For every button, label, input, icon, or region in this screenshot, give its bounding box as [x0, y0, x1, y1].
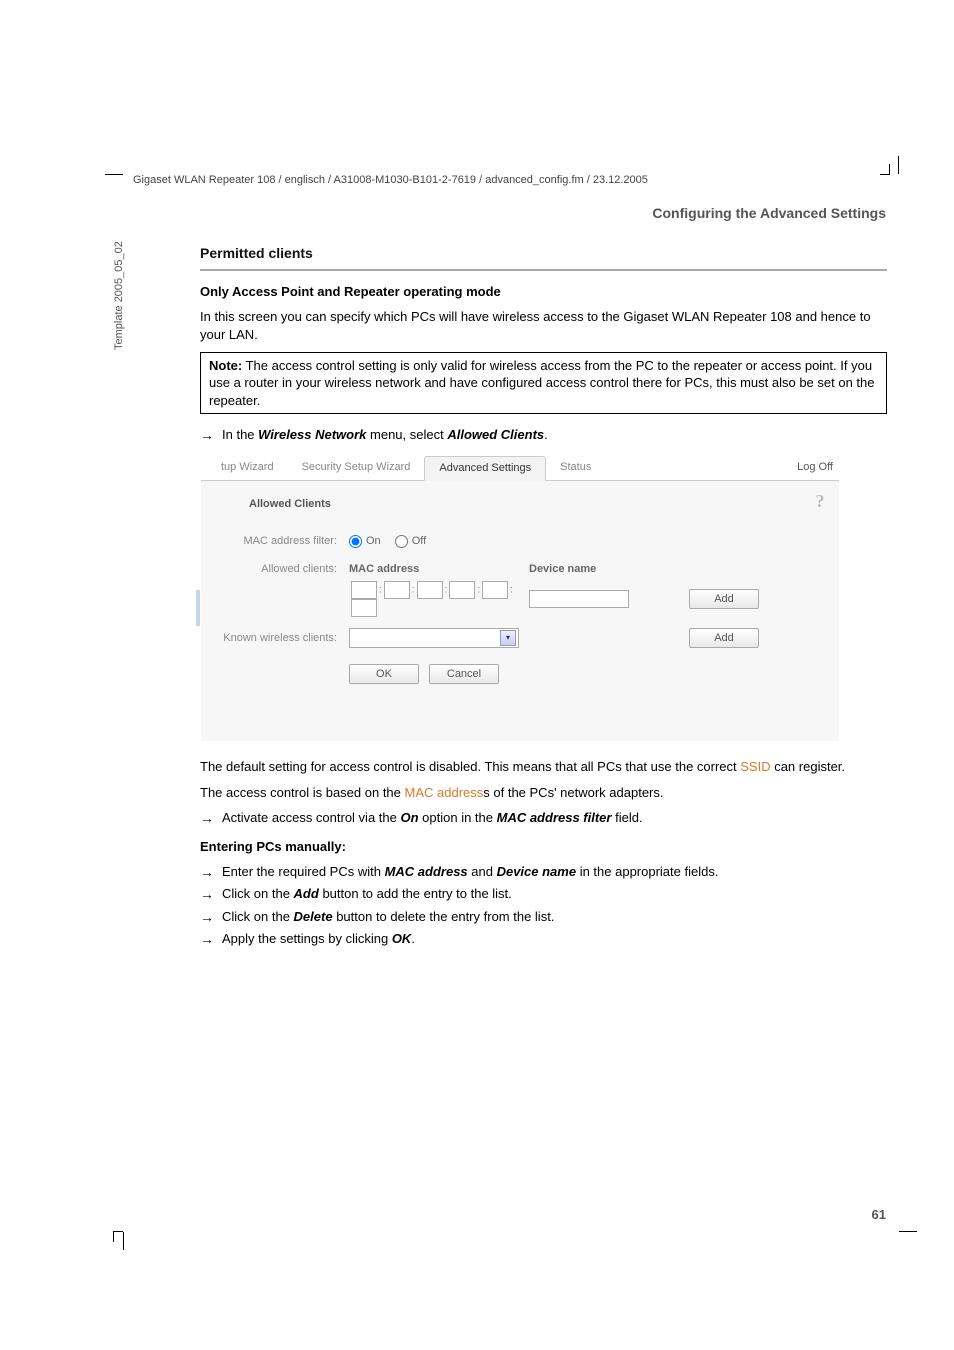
label-allowed-clients: Allowed clients:	[219, 562, 349, 577]
label-mac-filter: MAC address filter:	[219, 534, 349, 549]
mac-octet-6[interactable]	[351, 599, 377, 617]
heading-entering-manually: Entering PCs manually:	[200, 838, 887, 856]
radio-off[interactable]: Off	[395, 534, 426, 549]
radio-on[interactable]: On	[349, 534, 381, 549]
mac-octet-2[interactable]	[384, 581, 410, 599]
mac-octet-3[interactable]	[417, 581, 443, 599]
arrow-icon: →	[200, 863, 214, 881]
arrow-icon: →	[200, 885, 214, 903]
page-content: Permitted clients Only Access Point and …	[200, 244, 887, 952]
chevron-down-icon[interactable]: ▾	[500, 630, 516, 646]
mac-octet-1[interactable]	[351, 581, 377, 599]
col-header-mac: MAC address	[349, 562, 529, 577]
step-click-delete: → Click on the Delete button to delete t…	[200, 908, 887, 926]
tab-setup-wizard[interactable]: tup Wizard	[207, 456, 288, 479]
header-path: Gigaset WLAN Repeater 108 / englisch / A…	[133, 174, 648, 186]
tab-bar: tup Wizard Security Setup Wizard Advance…	[201, 455, 839, 481]
template-label: Template 2005_05_02	[113, 241, 125, 350]
crop-mark	[105, 174, 123, 175]
embedded-screenshot: tup Wizard Security Setup Wizard Advance…	[200, 454, 840, 742]
heading-permitted-clients: Permitted clients	[200, 244, 887, 263]
heading-rule	[200, 269, 887, 271]
crop-mark	[123, 1232, 124, 1250]
step-select-menu: → In the Wireless Network menu, select A…	[200, 426, 887, 444]
arrow-icon: →	[200, 809, 214, 827]
crop-mark	[898, 156, 899, 174]
based-on-paragraph: The access control is based on the MAC a…	[200, 784, 887, 802]
device-name-input[interactable]	[529, 590, 629, 608]
radio-on-input[interactable]	[349, 535, 362, 548]
crop-mark	[889, 164, 890, 174]
add-known-button[interactable]: Add	[689, 628, 759, 648]
note-title: Note:	[209, 358, 242, 373]
crop-mark	[899, 1231, 917, 1232]
step-enter-pcs: → Enter the required PCs with MAC addres…	[200, 863, 887, 881]
ok-button[interactable]: OK	[349, 664, 419, 684]
step-activate: → Activate access control via the On opt…	[200, 809, 887, 827]
crop-mark	[880, 174, 890, 175]
note-box: Note: The access control setting is only…	[200, 352, 887, 415]
tab-advanced-settings[interactable]: Advanced Settings	[424, 456, 546, 481]
label-known-clients: Known wireless clients:	[219, 631, 349, 646]
help-icon[interactable]: ?	[811, 489, 829, 507]
mac-octet-4[interactable]	[449, 581, 475, 599]
known-clients-select[interactable]: ▾	[349, 628, 519, 648]
note-body: The access control setting is only valid…	[209, 358, 875, 408]
panel-title: Allowed Clients	[249, 497, 821, 512]
arrow-icon: →	[200, 426, 214, 444]
add-button[interactable]: Add	[689, 589, 759, 609]
step-apply-ok: → Apply the settings by clicking OK.	[200, 930, 887, 948]
intro-paragraph: In this screen you can specify which PCs…	[200, 308, 887, 343]
mac-octet-5[interactable]	[482, 581, 508, 599]
step-click-add: → Click on the Add button to add the ent…	[200, 885, 887, 903]
mac-address-link[interactable]: MAC address	[405, 785, 484, 800]
section-heading: Configuring the Advanced Settings	[652, 205, 886, 221]
default-setting-paragraph: The default setting for access control i…	[200, 758, 887, 776]
col-header-device: Device name	[529, 562, 689, 577]
arrow-icon: →	[200, 930, 214, 948]
crop-mark	[113, 1231, 123, 1232]
crop-mark	[113, 1232, 114, 1242]
screenshot-body: ? Allowed Clients MAC address filter: On…	[201, 481, 839, 741]
tab-security-setup[interactable]: Security Setup Wizard	[288, 456, 425, 479]
radio-off-input[interactable]	[395, 535, 408, 548]
subheading-operating-mode: Only Access Point and Repeater operating…	[200, 283, 887, 301]
cancel-button[interactable]: Cancel	[429, 664, 499, 684]
arrow-icon: →	[200, 908, 214, 926]
tab-status[interactable]: Status	[546, 456, 605, 479]
logoff-link[interactable]: Log Off	[797, 460, 833, 475]
page-number: 61	[872, 1207, 886, 1222]
ssid-link[interactable]: SSID	[740, 759, 770, 774]
